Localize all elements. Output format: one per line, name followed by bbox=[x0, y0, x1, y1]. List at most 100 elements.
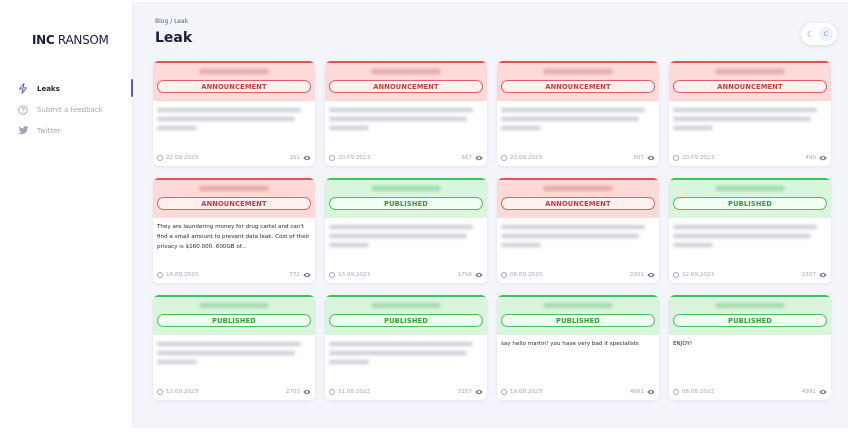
card-date: 16.09.2023 bbox=[166, 272, 199, 278]
sidebar-item-label: Submit a feedback bbox=[37, 105, 103, 114]
card-date: 20.09.2023 bbox=[510, 155, 543, 161]
clock-icon bbox=[329, 389, 335, 395]
card-date: 06.08.2023 bbox=[682, 389, 715, 395]
redacted-title bbox=[543, 186, 613, 191]
status-badge: PUBLISHED bbox=[157, 314, 311, 327]
redacted-text-line bbox=[673, 225, 817, 229]
eye-icon bbox=[475, 389, 483, 395]
redacted-text-line bbox=[501, 243, 541, 247]
leak-card[interactable]: ANNOUNCEMENT 20.09.2023 567 bbox=[325, 61, 487, 166]
eye-icon bbox=[647, 272, 655, 278]
card-header: ANNOUNCEMENT bbox=[153, 178, 315, 218]
card-body bbox=[157, 104, 310, 146]
theme-toggle[interactable]: ☾ C bbox=[801, 23, 837, 45]
card-header: ANNOUNCEMENT bbox=[669, 61, 831, 101]
status-badge: ANNOUNCEMENT bbox=[157, 197, 311, 210]
eye-icon bbox=[475, 272, 483, 278]
redacted-text-line bbox=[157, 360, 197, 364]
redacted-text-line bbox=[673, 117, 811, 121]
breadcrumb[interactable]: Blog / Leak bbox=[155, 18, 188, 25]
redacted-text-line bbox=[157, 117, 295, 121]
leak-card[interactable]: ANNOUNCEMENT They are laundering money f… bbox=[153, 178, 315, 283]
sidebar-item-leaks[interactable]: Leaks bbox=[2, 78, 133, 99]
eye-icon bbox=[819, 389, 827, 395]
main-content: Blog / Leak Leak ☾ C ANNOUNCEMENT 22.09.… bbox=[133, 2, 848, 428]
clock-icon bbox=[673, 389, 679, 395]
eye-icon bbox=[303, 155, 311, 161]
card-body bbox=[501, 104, 654, 146]
eye-icon bbox=[475, 155, 483, 161]
leak-card[interactable]: PUBLISHED 13.09.2023 1756 bbox=[325, 178, 487, 283]
card-body bbox=[501, 221, 654, 263]
card-date: 20.09.2023 bbox=[682, 155, 715, 161]
leak-card[interactable]: ANNOUNCEMENT 20.09.2023 490 bbox=[669, 61, 831, 166]
card-header: PUBLISHED bbox=[153, 295, 315, 335]
card-views: 490 bbox=[805, 155, 816, 161]
redacted-title bbox=[371, 69, 441, 74]
eye-icon bbox=[819, 272, 827, 278]
lightning-icon bbox=[17, 83, 29, 95]
redacted-text-line bbox=[673, 243, 713, 247]
twitter-icon bbox=[17, 125, 29, 137]
card-body bbox=[673, 221, 826, 263]
redacted-title bbox=[715, 303, 785, 308]
card-header: ANNOUNCEMENT bbox=[153, 61, 315, 101]
card-description: They are laundering money for drug carte… bbox=[157, 224, 310, 250]
card-date: 19.08.2023 bbox=[510, 389, 543, 395]
redacted-text-line bbox=[157, 108, 301, 112]
leak-card[interactable]: PUBLISHED 12.09.2023 2307 bbox=[669, 178, 831, 283]
card-body bbox=[329, 221, 482, 263]
status-badge: ANNOUNCEMENT bbox=[501, 80, 655, 93]
card-description: say hello martin! you have very bad it s… bbox=[501, 341, 639, 347]
card-views: 3157 bbox=[457, 389, 472, 395]
redacted-title bbox=[199, 69, 269, 74]
card-footer: 16.09.2023 772 bbox=[157, 270, 311, 280]
redacted-text-line bbox=[501, 234, 639, 238]
card-footer: 12.09.2023 2703 bbox=[157, 387, 311, 397]
leak-card[interactable]: PUBLISHED ENJOY! 06.08.2023 4991 bbox=[669, 295, 831, 400]
sidebar-item-feedback[interactable]: Submit a feedback bbox=[2, 99, 133, 120]
card-header: ANNOUNCEMENT bbox=[497, 178, 659, 218]
question-icon bbox=[17, 104, 29, 116]
leak-card[interactable]: PUBLISHED 12.09.2023 2703 bbox=[153, 295, 315, 400]
card-views: 4991 bbox=[801, 389, 816, 395]
moon-icon: ☾ bbox=[807, 29, 815, 39]
card-footer: 31.08.2023 3157 bbox=[329, 387, 483, 397]
redacted-text-line bbox=[329, 117, 467, 121]
redacted-text-line bbox=[329, 126, 369, 130]
redacted-title bbox=[199, 303, 269, 308]
redacted-text-line bbox=[673, 126, 713, 130]
card-footer: 06.08.2023 4991 bbox=[673, 387, 827, 397]
logo[interactable]: INC RANSOM bbox=[32, 33, 109, 47]
eye-icon bbox=[303, 272, 311, 278]
card-date: 20.09.2023 bbox=[338, 155, 371, 161]
status-badge: ANNOUNCEMENT bbox=[329, 80, 483, 93]
clock-icon bbox=[501, 389, 507, 395]
redacted-text-line bbox=[157, 351, 295, 355]
card-date: 31.08.2023 bbox=[338, 389, 371, 395]
card-views: 2307 bbox=[801, 272, 816, 278]
leak-card[interactable]: PUBLISHED 31.08.2023 3157 bbox=[325, 295, 487, 400]
status-badge: PUBLISHED bbox=[673, 314, 827, 327]
clock-icon bbox=[673, 272, 679, 278]
redacted-title bbox=[543, 69, 613, 74]
card-body: They are laundering money for drug carte… bbox=[157, 221, 310, 263]
leak-card[interactable]: ANNOUNCEMENT 20.09.2023 507 bbox=[497, 61, 659, 166]
card-body bbox=[329, 338, 482, 380]
card-views: 151 bbox=[289, 155, 300, 161]
sidebar-item-twitter[interactable]: Twitter bbox=[2, 120, 133, 141]
leak-card[interactable]: PUBLISHED say hello martin! you have ver… bbox=[497, 295, 659, 400]
redacted-title bbox=[715, 186, 785, 191]
card-views: 1756 bbox=[457, 272, 472, 278]
sidebar-nav: Leaks Submit a feedback Twitter bbox=[2, 78, 133, 141]
card-body bbox=[157, 338, 310, 380]
card-body: say hello martin! you have very bad it s… bbox=[501, 338, 654, 380]
card-body bbox=[673, 104, 826, 146]
eye-icon bbox=[303, 389, 311, 395]
clock-icon bbox=[501, 272, 507, 278]
leak-card[interactable]: ANNOUNCEMENT 22.09.2023 151 bbox=[153, 61, 315, 166]
page-title: Leak bbox=[155, 30, 193, 46]
card-date: 22.09.2023 bbox=[166, 155, 199, 161]
leak-card[interactable]: ANNOUNCEMENT 06.09.2023 2301 bbox=[497, 178, 659, 283]
card-date: 13.09.2023 bbox=[338, 272, 371, 278]
